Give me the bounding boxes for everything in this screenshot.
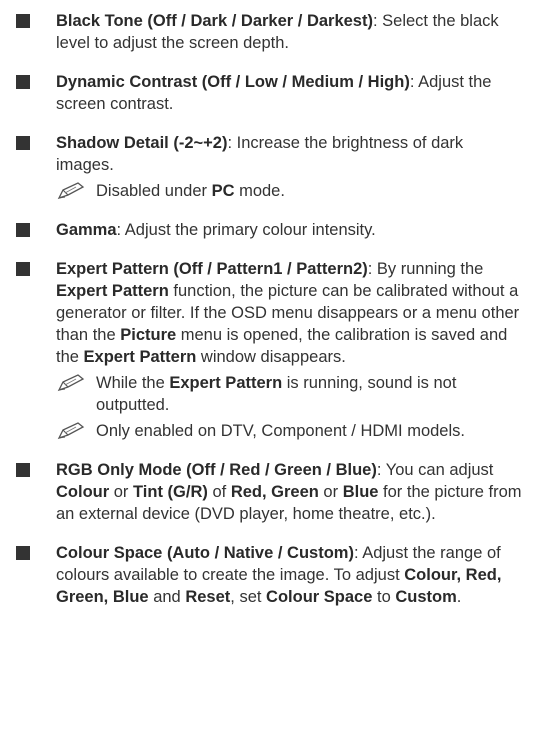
- note-text: Only enabled on DTV, Component / HDMI mo…: [96, 422, 465, 440]
- item-title: Black Tone (Off / Dark / Darker / Darkes…: [56, 12, 373, 30]
- item-description: window disappears.: [196, 348, 346, 366]
- item-bold: Picture: [120, 326, 177, 344]
- item-description: : By running the: [367, 260, 484, 278]
- note: Only enabled on DTV, Component / HDMI mo…: [56, 420, 524, 442]
- pencil-note-icon: [57, 182, 85, 200]
- item-bold: Colour Space: [266, 588, 373, 606]
- note-bold: Expert Pattern: [169, 374, 283, 392]
- item-bold: Custom: [395, 588, 457, 606]
- item-description: or: [109, 483, 134, 501]
- item-title: Dynamic Contrast (Off / Low / Medium / H…: [56, 73, 410, 91]
- item-description: and: [148, 588, 186, 606]
- pencil-note-icon: [57, 422, 85, 440]
- list-item: Dynamic Contrast (Off / Low / Medium / H…: [16, 71, 524, 115]
- item-description: : Adjust the primary colour intensity.: [116, 221, 376, 239]
- note: While the Expert Pattern is running, sou…: [56, 372, 524, 416]
- list-item: Expert Pattern (Off / Pattern1 / Pattern…: [16, 258, 524, 442]
- item-description: , set: [230, 588, 267, 606]
- square-bullet: [16, 223, 30, 237]
- manual-page: Black Tone (Off / Dark / Darker / Darkes…: [0, 0, 540, 736]
- item-bold: Reset: [185, 588, 231, 606]
- item-bold: Blue: [342, 483, 379, 501]
- note-bold: PC: [211, 182, 235, 200]
- item-bold: Tint (G/R): [133, 483, 208, 501]
- list-item: Gamma: Adjust the primary colour intensi…: [16, 219, 524, 241]
- square-bullet: [16, 546, 30, 560]
- list-item: Colour Space (Auto / Native / Custom): A…: [16, 542, 524, 608]
- item-bold: Red, Green: [230, 483, 319, 501]
- note: Disabled under PC mode.: [56, 180, 524, 202]
- list-item: RGB Only Mode (Off / Red / Green / Blue)…: [16, 459, 524, 525]
- square-bullet: [16, 14, 30, 28]
- list-item: Black Tone (Off / Dark / Darker / Darkes…: [16, 10, 524, 54]
- item-bold: Colour: [56, 483, 110, 501]
- note-text: Disabled under: [96, 182, 212, 200]
- item-description: or: [318, 483, 343, 501]
- item-bold: Expert Pattern: [83, 348, 197, 366]
- item-title: Expert Pattern (Off / Pattern1 / Pattern…: [56, 260, 368, 278]
- square-bullet: [16, 136, 30, 150]
- item-title: Colour Space (Auto / Native / Custom): [56, 544, 354, 562]
- item-title: Gamma: [56, 221, 117, 239]
- square-bullet: [16, 463, 30, 477]
- item-bold: Expert Pattern: [56, 282, 169, 300]
- list-item: Shadow Detail (-2~+2): Increase the brig…: [16, 132, 524, 202]
- item-description: : You can adjust: [376, 461, 494, 479]
- square-bullet: [16, 262, 30, 276]
- item-description: .: [456, 588, 462, 606]
- item-description: of: [207, 483, 231, 501]
- item-description: to: [372, 588, 396, 606]
- square-bullet: [16, 75, 30, 89]
- item-title: Shadow Detail (-2~+2): [56, 134, 228, 152]
- note-text: mode.: [234, 182, 285, 200]
- item-title: RGB Only Mode (Off / Red / Green / Blue): [56, 461, 377, 479]
- note-text: While the: [96, 374, 170, 392]
- pencil-note-icon: [57, 374, 85, 392]
